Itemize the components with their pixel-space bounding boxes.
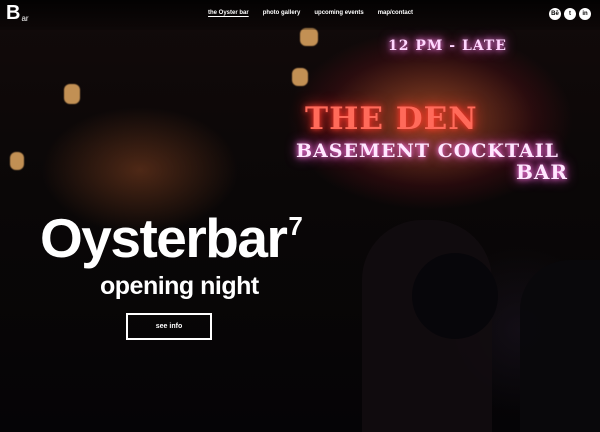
- nav-item-oyster-bar[interactable]: the Oyster bar: [208, 10, 249, 16]
- twitter-icon[interactable]: t: [564, 8, 576, 20]
- neon-sign-time: 12 PM - LATE: [388, 38, 507, 54]
- nav-item-map-contact[interactable]: map/contact: [378, 10, 413, 16]
- lamp-light: [300, 28, 318, 46]
- main-nav: the Oyster bar photo gallery upcoming ev…: [208, 10, 413, 16]
- hero-title-superscript: 7: [288, 211, 302, 241]
- top-bar: B ar the Oyster bar photo gallery upcomi…: [0, 0, 600, 30]
- see-info-button[interactable]: see info: [126, 313, 212, 340]
- hero-title-text: Oysterbar: [40, 207, 288, 269]
- logo-letter: B: [6, 2, 21, 24]
- site-logo[interactable]: B ar: [6, 3, 29, 23]
- linkedin-icon[interactable]: in: [579, 8, 591, 20]
- lamp-light: [64, 84, 80, 104]
- foreground-silhouette: [520, 260, 600, 432]
- hero-subtitle: opening night: [100, 272, 259, 300]
- nav-item-photo-gallery[interactable]: photo gallery: [263, 10, 301, 16]
- neon-sign-line2: BASEMENT COCKTAIL: [296, 140, 560, 162]
- logo-suffix: ar: [21, 14, 29, 23]
- hero-stage: 12 PM - LATE THE DEN BASEMENT COCKTAIL B…: [0, 0, 600, 432]
- social-links: Bē t in: [549, 8, 591, 20]
- neon-sign-line3: BAR: [516, 160, 569, 184]
- behance-icon[interactable]: Bē: [549, 8, 561, 20]
- person-silhouette-head: [412, 253, 498, 339]
- lamp-light: [10, 152, 24, 170]
- neon-sign-name: THE DEN: [305, 101, 478, 137]
- lamp-light: [292, 68, 308, 86]
- nav-item-upcoming-events[interactable]: upcoming events: [314, 10, 363, 16]
- hero-title: Oysterbar7: [40, 207, 303, 278]
